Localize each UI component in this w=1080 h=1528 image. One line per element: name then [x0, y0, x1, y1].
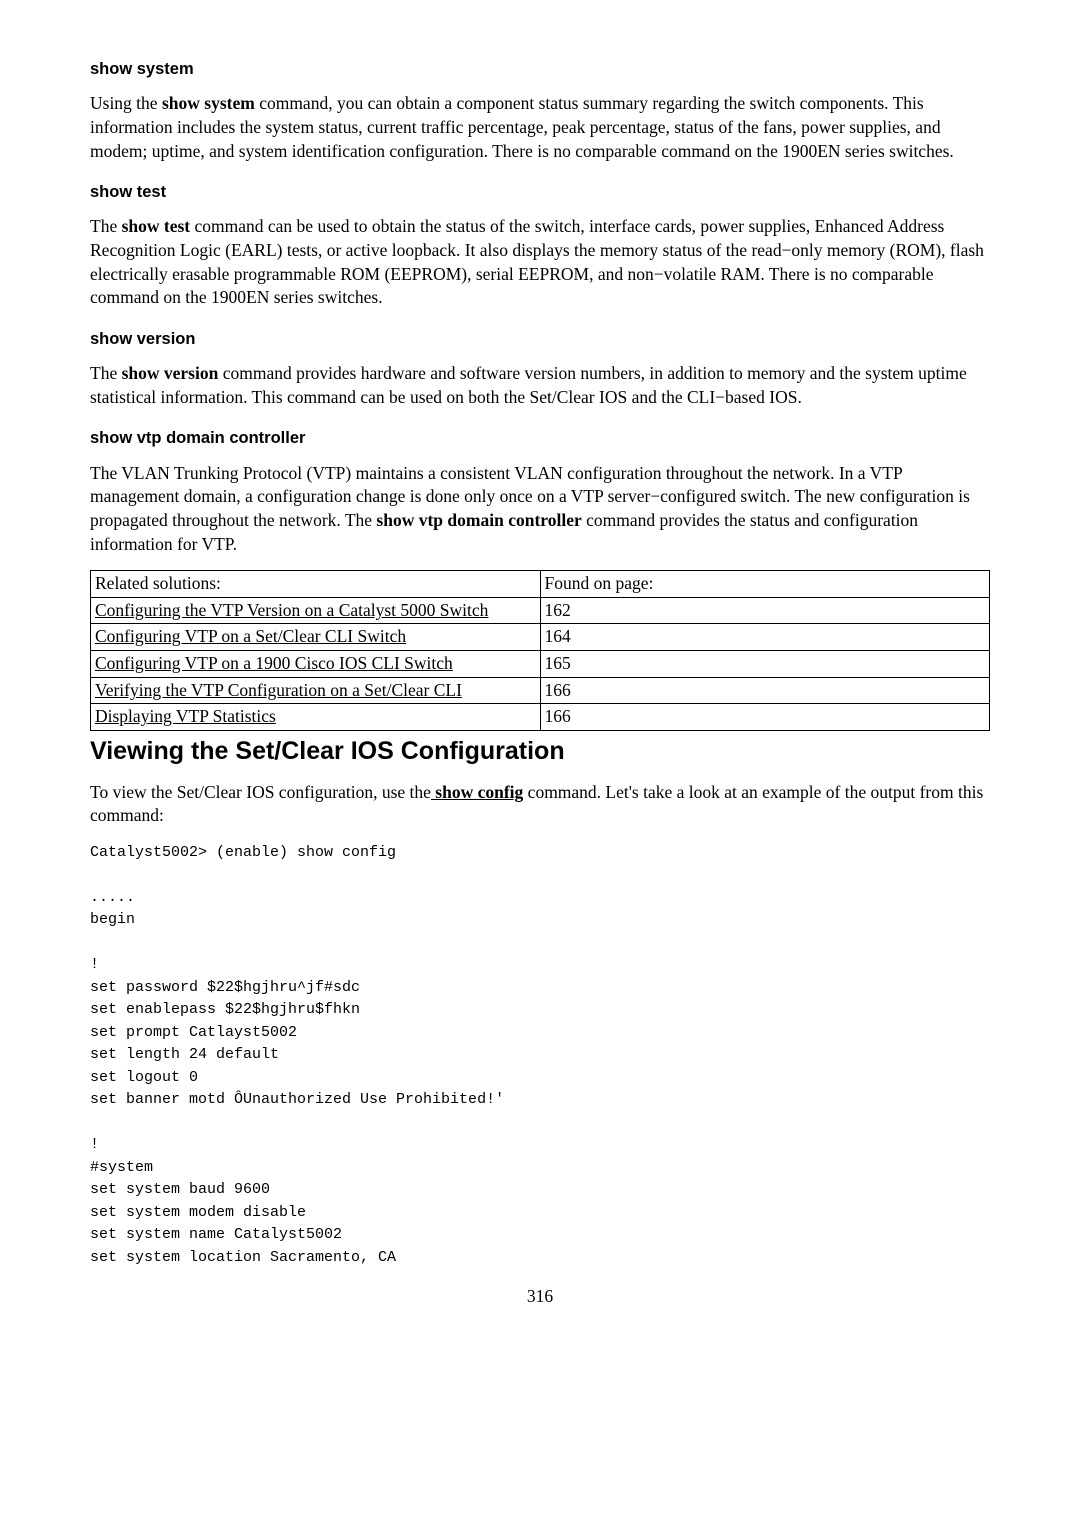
table-cell-link: Configuring the VTP Version on a Catalys… [91, 597, 541, 624]
table-cell-page: 165 [540, 651, 990, 678]
table-row: Configuring VTP on a Set/Clear CLI Switc… [91, 624, 990, 651]
link-related-solution[interactable]: Configuring the VTP Version on a Catalys… [95, 600, 488, 620]
table-header-left: Related solutions: [91, 571, 541, 598]
heading-viewing-config: Viewing the Set/Clear IOS Configuration [90, 735, 990, 769]
table-header-right: Found on page: [540, 571, 990, 598]
link-related-solution[interactable]: Displaying VTP Statistics [95, 706, 276, 726]
para-show-vtp: The VLAN Trunking Protocol (VTP) maintai… [90, 462, 990, 557]
heading-show-vtp: show vtp domain controller [90, 427, 990, 449]
code-block-show-config: Catalyst5002> (enable) show config .....… [90, 842, 990, 1270]
para-show-test: The show test command can be used to obt… [90, 215, 990, 310]
link-related-solution[interactable]: Configuring VTP on a 1900 Cisco IOS CLI … [95, 653, 453, 673]
text: The [90, 216, 122, 236]
link-related-solution[interactable]: Verifying the VTP Configuration on a Set… [95, 680, 462, 700]
table-cell-link: Configuring VTP on a 1900 Cisco IOS CLI … [91, 651, 541, 678]
table-cell-page: 164 [540, 624, 990, 651]
link-related-solution[interactable]: Configuring VTP on a Set/Clear CLI Switc… [95, 626, 406, 646]
table-header-row: Related solutions: Found on page: [91, 571, 990, 598]
heading-show-test: show test [90, 181, 990, 203]
para-show-system: Using the show system command, you can o… [90, 92, 990, 163]
para-show-version: The show version command provides hardwa… [90, 362, 990, 409]
table-cell-page: 166 [540, 677, 990, 704]
table-cell-link: Verifying the VTP Configuration on a Set… [91, 677, 541, 704]
table-cell-link: Displaying VTP Statistics [91, 704, 541, 731]
heading-show-version: show version [90, 328, 990, 350]
text: To view the Set/Clear IOS configuration,… [90, 782, 431, 802]
table-row: Configuring VTP on a 1900 Cisco IOS CLI … [91, 651, 990, 678]
text: The [90, 363, 122, 383]
table-row: Verifying the VTP Configuration on a Set… [91, 677, 990, 704]
cmd-show-vtp: show vtp domain controller [376, 510, 581, 530]
cmd-show-system: show system [162, 93, 255, 113]
text: command can be used to obtain the status… [90, 216, 984, 307]
text: Using the [90, 93, 162, 113]
table-row: Displaying VTP Statistics 166 [91, 704, 990, 731]
table-cell-page: 162 [540, 597, 990, 624]
related-solutions-table: Related solutions: Found on page: Config… [90, 570, 990, 731]
heading-show-system: show system [90, 58, 990, 80]
page-number: 316 [90, 1285, 990, 1309]
table-cell-link: Configuring VTP on a Set/Clear CLI Switc… [91, 624, 541, 651]
table-row: Configuring the VTP Version on a Catalys… [91, 597, 990, 624]
cmd-show-test: show test [122, 216, 191, 236]
text: command provides hardware and software v… [90, 363, 967, 407]
link-show-config-cmd[interactable]: show config [431, 782, 523, 802]
table-cell-page: 166 [540, 704, 990, 731]
cmd-show-version: show version [122, 363, 219, 383]
para-viewing-config: To view the Set/Clear IOS configuration,… [90, 781, 990, 828]
